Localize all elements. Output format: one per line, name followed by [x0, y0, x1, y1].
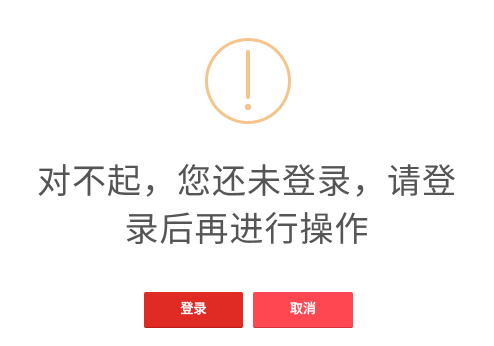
login-button[interactable]: 登录	[144, 292, 243, 327]
message-line-2: 录后再进行操作	[124, 210, 370, 250]
message-line-1: 对不起，您还未登录，请登	[37, 162, 457, 202]
message-text: 对不起，您还未登录，请登 录后再进行操作	[0, 158, 494, 254]
cancel-button[interactable]: 取消	[253, 292, 353, 327]
login-required-dialog: 对不起，您还未登录，请登 录后再进行操作 登录 取消	[0, 0, 494, 346]
exclamation-circle-icon	[205, 38, 291, 124]
